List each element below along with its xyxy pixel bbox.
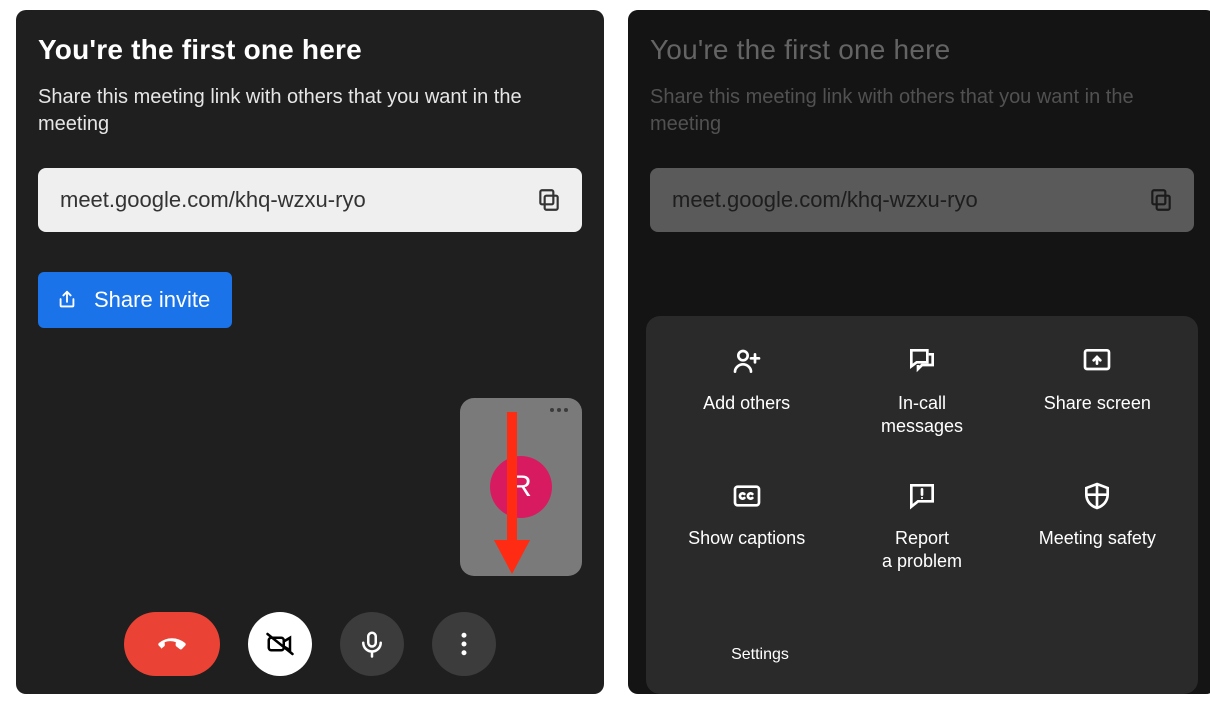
- option-meeting-safety[interactable]: Meeting safety: [1015, 479, 1180, 572]
- page-title: You're the first one here: [650, 34, 1194, 66]
- pip-more-icon[interactable]: [550, 408, 568, 412]
- option-add-others[interactable]: Add others: [664, 344, 829, 437]
- option-label: Report a problem: [882, 527, 962, 572]
- shield-icon: [1080, 479, 1114, 513]
- meeting-link-box: meet.google.com/khq-wzxu-ryo: [650, 168, 1194, 232]
- microphone-button[interactable]: [340, 612, 404, 676]
- more-options-button[interactable]: [432, 612, 496, 676]
- panel-options-sheet: You're the first one here Share this mee…: [628, 10, 1210, 694]
- option-label: Show captions: [688, 527, 805, 551]
- option-share-screen[interactable]: Share screen: [1015, 344, 1180, 437]
- captions-icon: [730, 479, 764, 513]
- call-toolbar: [16, 612, 604, 676]
- option-label: Share screen: [1044, 392, 1151, 416]
- copy-icon: [1148, 187, 1174, 213]
- chat-icon: [905, 344, 939, 378]
- panel-call-main: You're the first one here Share this mee…: [16, 10, 604, 694]
- avatar: R: [490, 456, 552, 518]
- option-label: Meeting safety: [1039, 527, 1156, 551]
- option-label: Settings: [731, 646, 789, 664]
- feedback-icon: [905, 479, 939, 513]
- option-show-captions[interactable]: Show captions: [664, 479, 829, 572]
- option-settings[interactable]: Settings: [710, 614, 810, 664]
- page-title: You're the first one here: [38, 34, 582, 66]
- share-icon: [56, 289, 78, 311]
- meeting-link-text: meet.google.com/khq-wzxu-ryo: [672, 187, 978, 213]
- self-view-pip[interactable]: R: [460, 398, 582, 576]
- option-in-call-messages[interactable]: In-call messages: [839, 344, 1004, 437]
- option-label: Add others: [703, 392, 790, 416]
- present-icon: [1080, 344, 1114, 378]
- copy-icon[interactable]: [536, 187, 562, 213]
- camera-off-button[interactable]: [248, 612, 312, 676]
- options-sheet: Add others In-call messages: [646, 316, 1198, 694]
- share-invite-label: Share invite: [94, 287, 210, 313]
- share-invite-button[interactable]: Share invite: [38, 272, 232, 328]
- add-person-icon: [730, 344, 764, 378]
- meeting-link-box[interactable]: meet.google.com/khq-wzxu-ryo: [38, 168, 582, 232]
- page-subtitle: Share this meeting link with others that…: [650, 84, 1194, 138]
- option-report-problem[interactable]: Report a problem: [839, 479, 1004, 572]
- end-call-button[interactable]: [124, 612, 220, 676]
- page-subtitle: Share this meeting link with others that…: [38, 84, 582, 138]
- option-label: In-call messages: [881, 392, 963, 437]
- meeting-link-text: meet.google.com/khq-wzxu-ryo: [60, 187, 366, 213]
